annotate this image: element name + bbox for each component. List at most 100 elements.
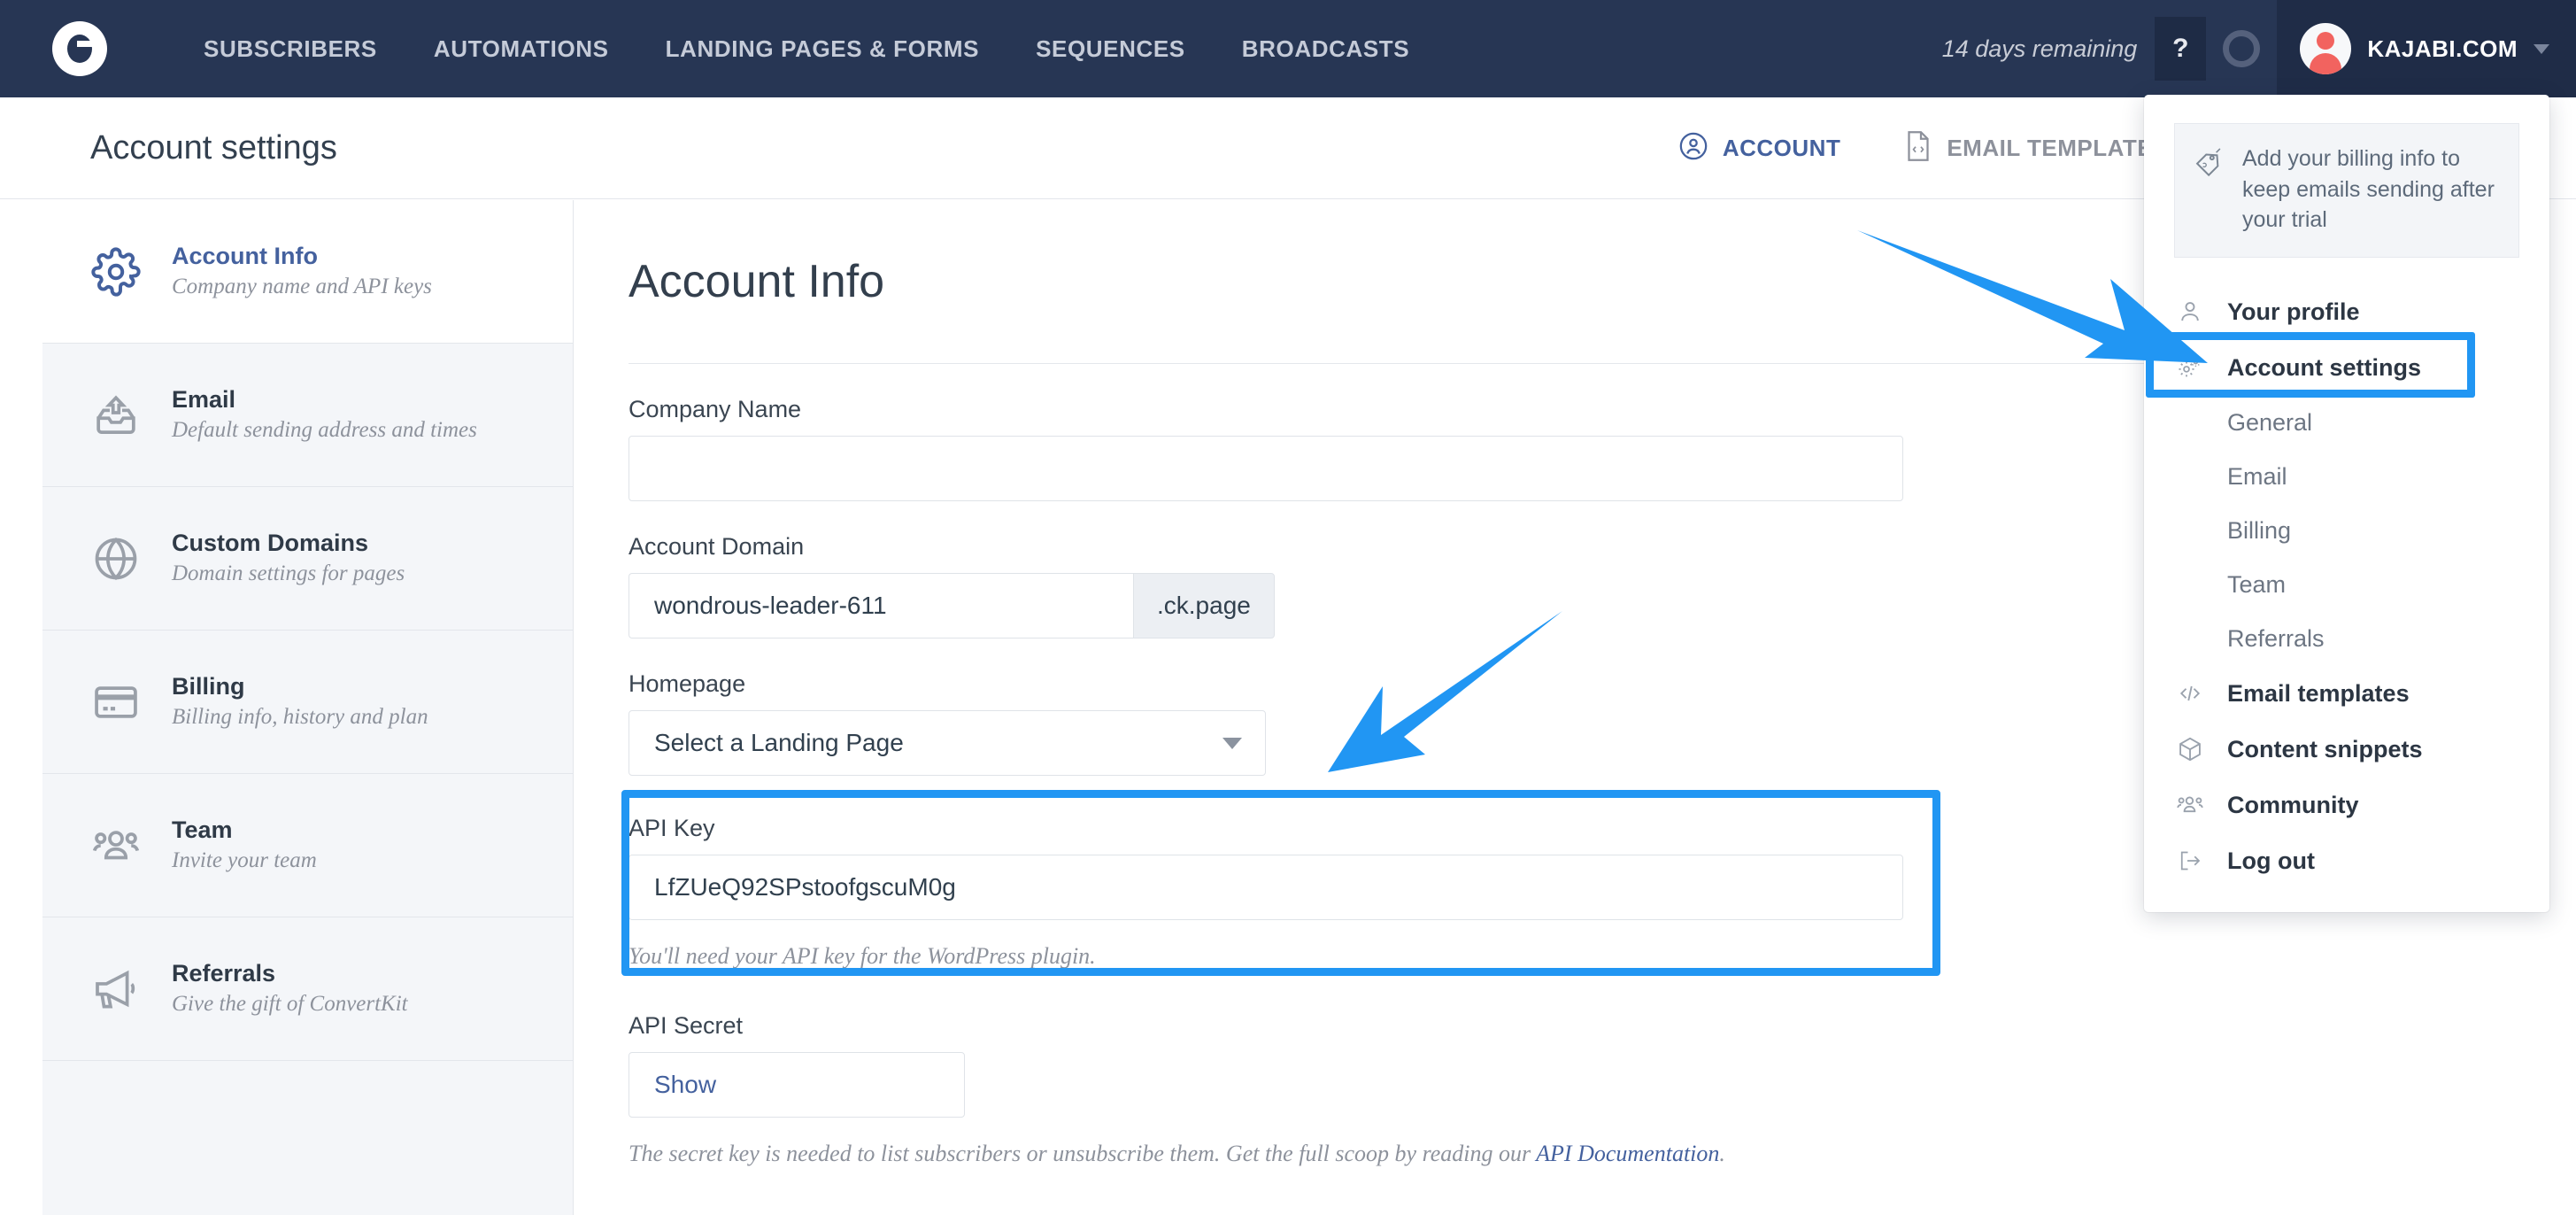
billing-notice-text: Add your billing info to keep emails sen… [2242,146,2495,232]
menu-subitem-email[interactable]: Email [2144,450,2549,504]
account-menu-button[interactable]: KAJABI.COM [2277,0,2576,97]
user-icon [2174,296,2206,328]
tab-email-templates-label: EMAIL TEMPLATES [1947,135,2169,161]
top-navigation-bar: SUBSCRIBERS AUTOMATIONS LANDING PAGES & … [0,0,2576,97]
megaphone-icon [89,962,143,1017]
sidebar-item-account-info[interactable]: Account Info Company name and API keys [42,200,573,344]
api-key-input[interactable]: LfZUeQ92SPstoofgscuM0g [629,855,1903,920]
sidebar-item-custom-domains-title: Custom Domains [172,529,369,556]
account-dropdown-menu: Add your billing info to keep emails sen… [2144,95,2549,912]
menu-item-content-snippets[interactable]: Content snippets [2144,722,2549,778]
nav-item-subscribers[interactable]: SUBSCRIBERS [175,35,405,63]
people-icon [89,818,143,873]
menu-item-your-profile-label: Your profile [2227,298,2360,325]
avatar [2300,23,2352,74]
tab-account[interactable]: ACCOUNT [1678,131,1841,166]
price-tag-icon [2193,147,2223,236]
account-domain-input[interactable]: wondrous-leader-611 [629,573,1133,638]
sidebar-item-custom-domains-subtitle: Domain settings for pages [172,561,405,585]
chevron-down-icon [2534,43,2549,54]
settings-tabs: ACCOUNT EMAIL TEMPLATES [1678,97,2169,199]
api-secret-help-before: The secret key is needed to list subscri… [629,1140,1537,1166]
code-file-icon [1904,130,1932,166]
menu-subitem-general-label: General [2227,408,2313,436]
nav-item-broadcasts[interactable]: BROADCASTS [1214,35,1438,63]
nav-item-landing-pages-forms[interactable]: LANDING PAGES & FORMS [637,35,1007,63]
chevron-down-icon [1222,737,1242,749]
sidebar-item-email[interactable]: Email Default sending address and times [42,344,573,487]
code-icon [2174,677,2206,709]
sidebar-item-team[interactable]: Team Invite your team [42,774,573,917]
globe-icon [89,531,143,586]
settings-sidebar: Account Info Company name and API keys E… [42,200,574,1215]
sidebar-item-team-title: Team [172,816,233,843]
app-logo[interactable] [0,21,159,76]
menu-item-log-out[interactable]: Log out [2144,833,2549,889]
credit-card-icon [89,675,143,730]
menu-subitem-team-label: Team [2227,570,2287,598]
sidebar-item-referrals[interactable]: Referrals Give the gift of ConvertKit [42,917,573,1061]
gears-icon [2174,352,2206,383]
menu-item-content-snippets-label: Content snippets [2227,735,2423,762]
tab-email-templates[interactable]: EMAIL TEMPLATES [1904,130,2169,166]
nav-item-automations[interactable]: AUTOMATIONS [405,35,637,63]
sidebar-item-email-subtitle: Default sending address and times [172,417,477,442]
sidebar-item-referrals-subtitle: Give the gift of ConvertKit [172,991,408,1016]
trial-days-remaining: 14 days remaining [1941,35,2138,62]
menu-subitem-billing[interactable]: Billing [2144,504,2549,558]
sidebar-item-referrals-title: Referrals [172,959,276,987]
api-key-help-text: You'll need your API key for the WordPre… [629,943,1096,969]
page-title: Account settings [90,128,337,166]
help-button[interactable]: ? [2155,17,2207,81]
menu-item-account-settings-label: Account settings [2227,353,2422,381]
gear-icon [89,244,143,299]
primary-nav-items: SUBSCRIBERS AUTOMATIONS LANDING PAGES & … [175,35,1438,63]
menu-item-community[interactable]: Community [2144,778,2549,833]
outbox-icon [89,388,143,443]
menu-subitem-team[interactable]: Team [2144,558,2549,612]
sidebar-item-custom-domains[interactable]: Custom Domains Domain settings for pages [42,487,573,631]
menu-subitem-billing-label: Billing [2227,516,2292,544]
sidebar-item-billing[interactable]: Billing Billing info, history and plan [42,631,573,774]
sidebar-item-billing-title: Billing [172,672,245,700]
menu-item-email-templates-label: Email templates [2227,679,2410,707]
people-icon [2174,789,2206,821]
menu-item-community-label: Community [2227,791,2359,818]
sidebar-item-account-info-subtitle: Company name and API keys [172,274,432,298]
top-nav-right-cluster: 14 days remaining ? KAJABI.COM [1942,0,2576,97]
divider [629,363,2302,364]
field-api-secret: API Secret Show The secret key is needed… [629,1012,2576,1171]
menu-item-log-out-label: Log out [2227,847,2315,874]
company-name-input[interactable] [629,436,1903,501]
menu-item-account-settings[interactable]: Account settings [2144,340,2549,396]
menu-subitem-referrals[interactable]: Referrals [2144,612,2549,666]
cube-icon [2174,733,2206,765]
circle-icon [2223,30,2261,67]
sidebar-item-team-subtitle: Invite your team [172,847,317,872]
logout-icon [2174,845,2206,877]
billing-notice[interactable]: Add your billing info to keep emails sen… [2174,123,2519,258]
sidebar-item-account-info-title: Account Info [172,242,318,269]
menu-subitem-email-label: Email [2227,462,2287,490]
api-secret-label: API Secret [629,1011,744,1039]
convertkit-logo-icon [52,21,107,76]
api-secret-help-text: The secret key is needed to list subscri… [629,1137,1779,1171]
api-secret-show-button[interactable]: Show [629,1051,965,1118]
menu-item-email-templates[interactable]: Email templates [2144,666,2549,722]
account-circle-icon [1678,131,1708,166]
api-documentation-link[interactable]: API Documentation [1536,1141,1719,1166]
menu-item-your-profile[interactable]: Your profile [2144,284,2549,340]
account-domain-suffix: .ck.page [1133,573,1275,638]
sidebar-item-billing-subtitle: Billing info, history and plan [172,704,428,729]
homepage-select[interactable]: Select a Landing Page [629,710,1266,776]
tab-account-label: ACCOUNT [1722,135,1841,161]
menu-subitem-referrals-label: Referrals [2227,624,2325,652]
account-name-label: KAJABI.COM [2367,35,2518,62]
sidebar-filler [42,1061,573,1215]
nav-item-sequences[interactable]: SEQUENCES [1007,35,1214,63]
homepage-select-value: Select a Landing Page [654,729,904,756]
api-secret-help-after: . [1719,1140,1725,1166]
sidebar-item-email-title: Email [172,385,236,413]
menu-subitem-general[interactable]: General [2144,396,2549,450]
progress-circle-button[interactable] [2206,0,2277,97]
